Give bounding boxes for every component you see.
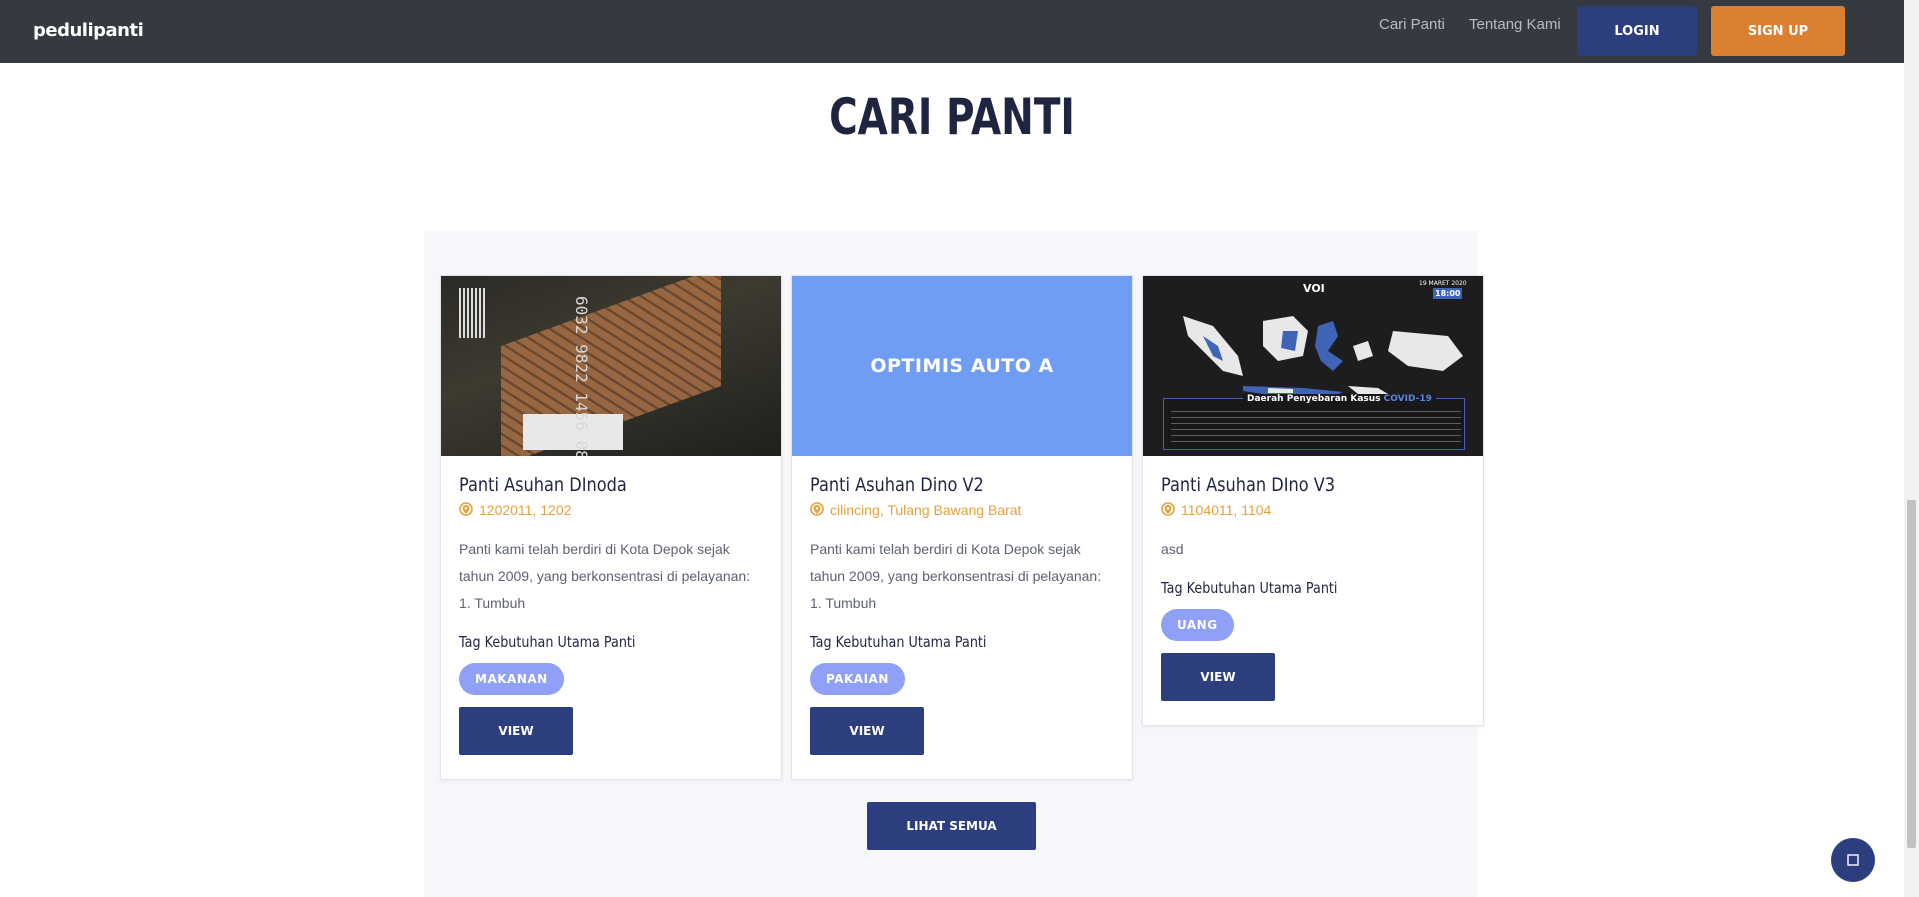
- tag-badge: PAKAIAN: [810, 663, 905, 695]
- page-title: CARI PANTI: [829, 88, 1075, 146]
- lihat-semua-button[interactable]: LIHAT SEMUA: [867, 802, 1036, 850]
- card-title[interactable]: Panti Asuhan Dino V2: [810, 474, 1068, 496]
- panti-card: 6032 9822 1456 0845 Panti Asuhan DInoda …: [440, 275, 782, 780]
- barcode-image: [459, 288, 485, 338]
- card-title[interactable]: Panti Asuhan DIno V3: [1161, 474, 1419, 496]
- scrollbar-thumb[interactable]: [1907, 500, 1916, 848]
- chat-glyph-icon: [1847, 854, 1859, 866]
- nav-link-cari-panti[interactable]: Cari Panti: [1379, 16, 1445, 33]
- tag-badge: UANG: [1161, 609, 1234, 641]
- legend-highlight-text: COVID-19: [1383, 394, 1432, 404]
- view-button[interactable]: VIEW: [1161, 653, 1275, 701]
- card-body: Panti Asuhan DInoda 1202011, 1202 Panti …: [441, 456, 781, 773]
- nav-link-tentang-kami[interactable]: Tentang Kami: [1469, 16, 1561, 33]
- tag-heading: Tag Kebutuhan Utama Panti: [459, 633, 636, 651]
- location-text: cilincing, Tulang Bawang Barat: [830, 502, 1022, 518]
- card-location: 1104011, 1104: [1161, 502, 1465, 518]
- legend-title: Daerah Penyebaran Kasus COVID-19: [1243, 394, 1436, 404]
- tag-heading: Tag Kebutuhan Utama Panti: [810, 633, 987, 651]
- card-description: Panti kami telah berdiri di Kota Depok s…: [459, 541, 751, 611]
- card-location: cilincing, Tulang Bawang Barat: [810, 502, 1114, 518]
- location-text: 1104011, 1104: [1181, 502, 1272, 518]
- tag-heading: Tag Kebutuhan Utama Panti: [1161, 579, 1338, 597]
- location-pin-icon: [810, 502, 824, 516]
- brand-logo[interactable]: pedulipanti: [33, 20, 144, 41]
- card-body: Panti Asuhan DIno V3 1104011, 1104 asd T…: [1143, 456, 1483, 719]
- panti-card: VOI 19 MARET 2020 18:00 Daerah Penyebara…: [1142, 275, 1484, 726]
- location-pin-icon: [1161, 502, 1175, 516]
- card-location: 1202011, 1202: [459, 502, 763, 518]
- tag-badge: MAKANAN: [459, 663, 564, 695]
- card-description: Panti kami telah berdiri di Kota Depok s…: [810, 541, 1102, 611]
- panti-image: OPTIMIS AUTO A: [792, 276, 1132, 456]
- panti-card: OPTIMIS AUTO A Panti Asuhan Dino V2 cili…: [791, 275, 1133, 780]
- legend-title-text: Daerah Penyebaran Kasus: [1247, 394, 1381, 404]
- login-button[interactable]: LOGIN: [1577, 6, 1697, 56]
- location-pin-icon: [459, 502, 473, 516]
- view-button[interactable]: VIEW: [810, 707, 924, 755]
- panti-image: VOI 19 MARET 2020 18:00 Daerah Penyebara…: [1143, 276, 1483, 456]
- view-button[interactable]: VIEW: [459, 707, 573, 755]
- date-text: 19 MARET 2020: [1419, 280, 1467, 287]
- legend-rows: [1171, 406, 1461, 446]
- signup-button[interactable]: SIGN UP: [1711, 6, 1845, 56]
- navbar: pedulipanti Cari Panti Tentang Kami LOGI…: [0, 0, 1904, 63]
- voi-logo-text: VOI: [1303, 282, 1325, 295]
- time-text: 18:00: [1433, 288, 1463, 299]
- chat-icon[interactable]: [1831, 838, 1875, 882]
- image-banner-text: OPTIMIS AUTO A: [870, 355, 1054, 377]
- panti-image: 6032 9822 1456 0845: [441, 276, 781, 456]
- card-description: asd: [1161, 541, 1184, 557]
- card-number-text: 6032 9822 1456 0845: [572, 296, 591, 456]
- card-body: Panti Asuhan Dino V2 cilincing, Tulang B…: [792, 456, 1132, 773]
- location-text: 1202011, 1202: [479, 502, 572, 518]
- card-title[interactable]: Panti Asuhan DInoda: [459, 474, 717, 496]
